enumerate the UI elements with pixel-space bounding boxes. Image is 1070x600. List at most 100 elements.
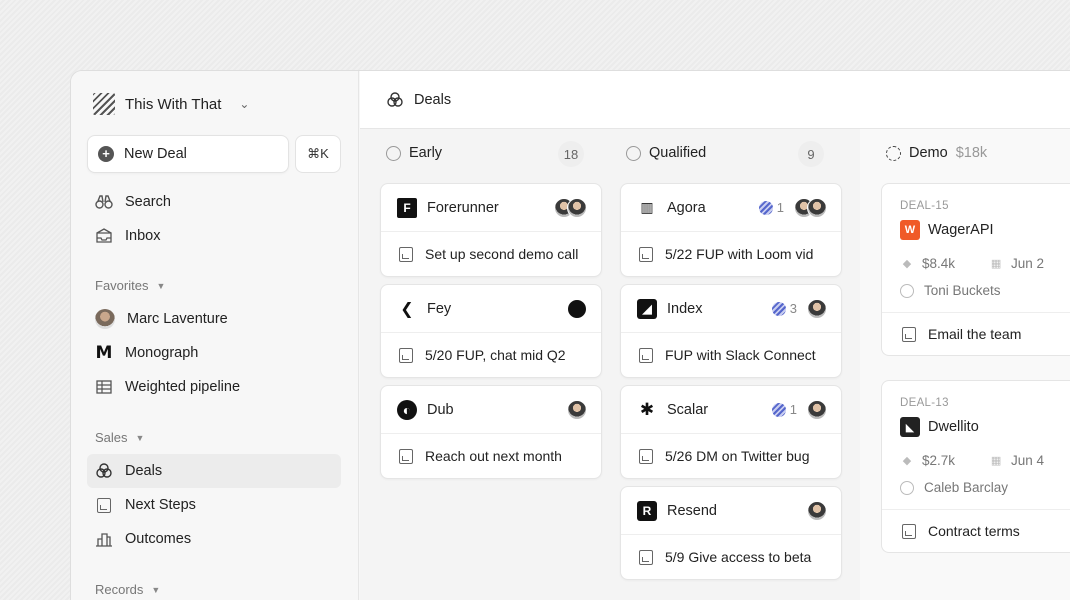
chart-doc-icon bbox=[902, 326, 916, 342]
sales-header[interactable]: Sales ▼ bbox=[95, 430, 144, 445]
next-step[interactable]: 5/26 DM on Twitter bug bbox=[621, 434, 841, 478]
deal-card-agora[interactable]: ▥ Agora 1 5/22 FUP with Loom vid bbox=[620, 183, 842, 277]
task-label: Email the team bbox=[928, 326, 1022, 342]
records-header[interactable]: Records ▼ bbox=[95, 582, 160, 597]
task-label: 5/26 DM on Twitter bug bbox=[665, 448, 810, 464]
next-step[interactable]: Email the team bbox=[882, 313, 1070, 355]
company-name: Dwellito bbox=[928, 419, 979, 435]
sidebar-item-label: Deals bbox=[125, 463, 163, 479]
column-early: Early 18 F Forerunner Set up second demo… bbox=[360, 129, 602, 600]
page-title: Deals bbox=[414, 91, 452, 108]
next-step[interactable]: FUP with Slack Connect bbox=[621, 333, 841, 377]
deal-card-dub[interactable]: ◐ Dub Reach out next month bbox=[380, 385, 602, 479]
deal-card-index[interactable]: ◢ Index 3 FUP with Slack Connect bbox=[620, 284, 842, 378]
tag-icon: ◆ bbox=[902, 455, 912, 467]
deal-card-fey[interactable]: ❮ Fey 5/20 FUP, chat mid Q2 bbox=[380, 284, 602, 378]
column-demo: Demo $18k DEAL-15 W WagerAPI ◆ $8.4k ▦ J… bbox=[860, 129, 1070, 600]
avatar bbox=[807, 298, 827, 319]
calendar-icon: ▦ bbox=[990, 258, 1002, 270]
workspace-switcher[interactable]: This With That ⌄ bbox=[93, 93, 249, 115]
deal-card-resend[interactable]: R Resend 5/9 Give access to beta bbox=[620, 486, 842, 580]
company-name: Fey bbox=[427, 300, 452, 317]
sidebar-item-inbox[interactable]: Inbox bbox=[87, 219, 341, 253]
deal-card-dwellito[interactable]: DEAL-13 ◣ Dwellito ◆ $2.7k ▦ Jun 4 Caleb… bbox=[881, 380, 1070, 553]
new-deal-button[interactable]: + New Deal bbox=[87, 135, 289, 173]
progress-icon bbox=[758, 200, 773, 215]
forerunner-logo-icon: F bbox=[397, 197, 417, 218]
sidebar-item-label: Marc Laventure bbox=[127, 311, 228, 327]
command-menu-button[interactable]: ⌘K bbox=[295, 135, 341, 173]
sidebar-item-next-steps[interactable]: Next Steps bbox=[87, 488, 341, 522]
column-title: Early bbox=[409, 145, 443, 161]
sidebar-item-deals[interactable]: Deals bbox=[87, 454, 341, 488]
company-name: Agora bbox=[667, 199, 706, 216]
task-label: FUP with Slack Connect bbox=[665, 347, 816, 363]
chart-doc-icon bbox=[902, 523, 916, 539]
deal-card-scalar[interactable]: ✱ Scalar 1 5/26 DM on Twitter bug bbox=[620, 385, 842, 479]
column-count: 9 bbox=[798, 141, 824, 167]
resend-logo-icon: R bbox=[637, 500, 657, 521]
inbox-icon bbox=[95, 227, 113, 245]
task-label: 5/9 Give access to beta bbox=[665, 549, 812, 565]
wagerapi-logo-icon: W bbox=[900, 220, 920, 240]
status-circle-icon bbox=[626, 145, 641, 161]
dwellito-logo-icon: ◣ bbox=[900, 417, 920, 437]
caret-down-icon: ▼ bbox=[156, 280, 166, 291]
column-title: Demo bbox=[909, 145, 948, 161]
next-step[interactable]: Reach out next month bbox=[381, 434, 601, 478]
sidebar-item-label: Search bbox=[125, 194, 171, 210]
avatar bbox=[567, 298, 587, 319]
section-label: Favorites bbox=[95, 278, 149, 293]
assignees bbox=[554, 197, 587, 218]
task-label: 5/22 FUP with Loom vid bbox=[665, 246, 814, 262]
chart-doc-icon bbox=[639, 448, 653, 464]
section-label: Sales bbox=[95, 430, 128, 445]
chart-doc-icon bbox=[639, 347, 653, 363]
user-icon bbox=[900, 480, 914, 495]
avatar bbox=[807, 500, 827, 521]
workspace-logo-icon bbox=[93, 93, 115, 115]
deal-card-forerunner[interactable]: F Forerunner Set up second demo call bbox=[380, 183, 602, 277]
favorites-header[interactable]: Favorites ▼ bbox=[95, 278, 165, 293]
company-name: Index bbox=[667, 300, 703, 317]
badge-count: 1 bbox=[789, 402, 797, 417]
fey-logo-icon: ❮ bbox=[397, 298, 417, 319]
avatar bbox=[95, 309, 115, 329]
column-header: Demo $18k bbox=[886, 145, 987, 161]
next-step[interactable]: Set up second demo call bbox=[381, 232, 601, 276]
sidebar-item-outcomes[interactable]: Outcomes bbox=[87, 522, 341, 556]
sidebar-item-monograph[interactable]: M Monograph bbox=[87, 336, 341, 370]
sidebar-item-search[interactable]: Search bbox=[87, 185, 341, 219]
sidebar-item-marc-laventure[interactable]: Marc Laventure bbox=[87, 302, 341, 336]
avatar bbox=[807, 197, 827, 218]
deal-card-wagerapi[interactable]: DEAL-15 W WagerAPI ◆ $8.4k ▦ Jun 2 Toni … bbox=[881, 183, 1070, 356]
shortcut-label: ⌘K bbox=[307, 146, 329, 161]
next-step[interactable]: 5/9 Give access to beta bbox=[621, 535, 841, 579]
next-step[interactable]: 5/20 FUP, chat mid Q2 bbox=[381, 333, 601, 377]
company-name: Dub bbox=[427, 401, 454, 418]
workspace-name: This With That bbox=[125, 95, 222, 113]
deals-icon bbox=[386, 91, 404, 109]
chart-doc-icon bbox=[399, 448, 413, 464]
chart-doc-icon bbox=[639, 246, 653, 262]
assignees bbox=[794, 197, 827, 218]
column-header: Qualified bbox=[626, 145, 706, 161]
badge-count: 3 bbox=[789, 301, 797, 316]
chart-doc-icon bbox=[95, 496, 113, 514]
company-name: Resend bbox=[667, 502, 717, 519]
sidebar-item-weighted-pipeline[interactable]: Weighted pipeline bbox=[87, 370, 341, 404]
building-icon bbox=[95, 530, 113, 548]
column-amount: $18k bbox=[955, 145, 988, 161]
chevron-down-icon: ⌄ bbox=[239, 97, 250, 111]
next-step[interactable]: 5/22 FUP with Loom vid bbox=[621, 232, 841, 276]
chart-doc-icon bbox=[399, 347, 413, 363]
caret-down-icon: ▼ bbox=[151, 584, 161, 595]
company-name: Scalar bbox=[667, 401, 709, 418]
progress-icon bbox=[771, 402, 786, 417]
chart-doc-icon bbox=[639, 549, 653, 565]
sidebar-item-label: Weighted pipeline bbox=[125, 379, 241, 395]
column-header: Early bbox=[386, 145, 442, 161]
table-icon bbox=[95, 378, 113, 396]
plus-icon: + bbox=[98, 146, 114, 162]
next-step[interactable]: Contract terms bbox=[882, 510, 1070, 552]
